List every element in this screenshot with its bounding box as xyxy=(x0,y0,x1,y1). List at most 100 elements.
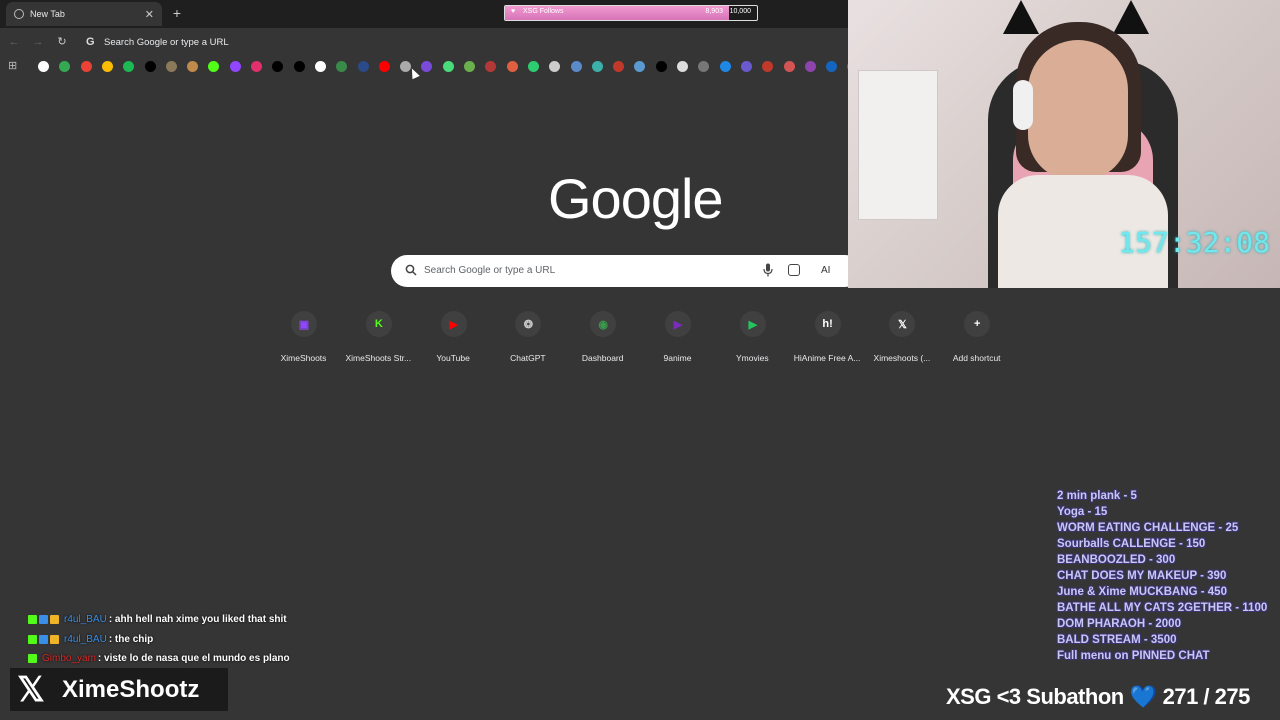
bookmark-pill-icon[interactable] xyxy=(783,61,795,72)
close-icon[interactable]: ✕ xyxy=(145,8,154,21)
reload-button[interactable]: ↻ xyxy=(54,34,70,50)
bookmark-paypal-icon[interactable] xyxy=(826,61,838,72)
bookmark-animal-icon[interactable] xyxy=(165,61,177,72)
bookmark-x-icon[interactable] xyxy=(272,61,284,72)
bookmark-twitch-icon[interactable] xyxy=(229,61,241,72)
bookmark-spotify-icon[interactable] xyxy=(123,61,135,72)
bookmark-red-icon[interactable] xyxy=(485,61,497,72)
follow-goal-current: 8,903 xyxy=(705,8,723,15)
plus-icon: + xyxy=(964,311,991,337)
bookmark-maps-icon[interactable] xyxy=(59,61,71,72)
bookmark-red2-icon[interactable] xyxy=(506,61,518,72)
google-icon: G xyxy=(86,36,95,48)
bookmark-dog-icon[interactable] xyxy=(187,61,199,72)
shortcut-label: YouTube xyxy=(436,353,470,363)
menu-item: CHAT DOES MY MAKEUP - 390 xyxy=(1057,570,1227,582)
bookmark-drive-icon[interactable] xyxy=(101,61,113,72)
bookmark-gmail-icon[interactable] xyxy=(80,61,92,72)
shortcut-tile[interactable]: ❂ ChatGPT xyxy=(490,311,565,371)
ai-mode-button[interactable]: AI xyxy=(821,265,830,276)
bookmark-hianime-icon[interactable] xyxy=(357,61,369,72)
bookmark-box-icon[interactable] xyxy=(634,61,646,72)
bookmark-arrow-icon[interactable] xyxy=(570,61,582,72)
bookmark-calc-icon[interactable] xyxy=(698,61,710,72)
chat-text: : ahh hell nah xime you liked that shit xyxy=(108,614,287,626)
bookmark-capcut-icon[interactable] xyxy=(655,61,667,72)
bookmark-heart-icon[interactable] xyxy=(762,61,774,72)
bookmark-x-icon[interactable] xyxy=(144,61,156,72)
bookmark-youtube-icon[interactable] xyxy=(378,61,390,72)
search-input[interactable]: Search Google or type a URL AI xyxy=(391,255,861,287)
menu-item: WORM EATING CHALLENGE - 25 xyxy=(1057,522,1239,534)
bookmark-globe-icon[interactable] xyxy=(549,61,561,72)
search-icon xyxy=(405,264,417,276)
sub-badge-icon xyxy=(39,634,48,644)
x-icon: 𝕏 xyxy=(889,311,916,337)
address-bar[interactable]: G Search Google or type a URL xyxy=(80,31,848,53)
shortcut-tile[interactable]: h! HiAnime Free A... xyxy=(790,311,865,371)
bookmark-edge-icon[interactable] xyxy=(719,61,731,72)
hianime-icon: h! xyxy=(814,311,841,337)
bookmark-google-icon[interactable] xyxy=(38,61,49,72)
heart-icon: ♥ xyxy=(511,8,516,15)
menu-item: BATHE ALL MY CATS 2GETHER - 1100 xyxy=(1057,602,1268,614)
gift-badge-icon xyxy=(50,634,59,644)
subathon-timer: 157:32:08 xyxy=(1118,226,1270,259)
bookmark-play2-icon[interactable] xyxy=(591,61,603,72)
shortcut-label: Ymovies xyxy=(736,353,769,363)
bookmark-plant-icon[interactable] xyxy=(464,61,475,72)
tab-new-tab[interactable]: New Tab ✕ xyxy=(6,2,162,26)
9anime-icon: ▶ xyxy=(665,311,691,337)
subathon-counter: XSG <3 Subathon 💙 271 / 275 xyxy=(946,684,1250,710)
heart-icon: 💙 xyxy=(1129,684,1157,709)
shortcut-label: Dashboard xyxy=(581,353,624,363)
apps-grid-icon[interactable]: ⊞ xyxy=(8,61,19,72)
bookmark-game-icon[interactable] xyxy=(804,61,816,72)
new-tab-button[interactable]: + xyxy=(170,4,184,22)
follow-goal-target: 10,000 xyxy=(729,8,751,15)
chat-overlay: r4ul_BAU: ahh hell nah xime you liked th… xyxy=(28,610,548,669)
menu-item: 2 min plank - 5 xyxy=(1057,490,1137,502)
chat-message: Gimbo_yam: viste lo de nasa que el mundo… xyxy=(28,649,548,669)
shortcut-tile[interactable]: ▣ XimeShoots xyxy=(266,311,341,371)
shortcut-label: Ximeshoots (... xyxy=(873,353,931,363)
bookmark-kick-icon[interactable] xyxy=(208,61,220,72)
follow-goal-bar: ♥ XSG Follows 8,903 10,000 xyxy=(504,5,758,21)
chat-message: r4ul_BAU: the chip xyxy=(28,630,548,650)
webcam-face xyxy=(1028,40,1128,180)
bookmark-dot-icon[interactable] xyxy=(740,61,752,72)
bookmark-purple-icon[interactable] xyxy=(421,61,433,72)
shortcut-tile[interactable]: ◉ Dashboard xyxy=(565,311,640,371)
bookmark-leaf-icon[interactable] xyxy=(442,61,454,72)
shortcut-label: XimeShoots xyxy=(280,353,327,363)
gift-badge-icon xyxy=(50,615,59,625)
bookmark-link-icon[interactable] xyxy=(314,61,326,72)
mic-icon[interactable] xyxy=(763,263,773,277)
brand-name: XimeShootz xyxy=(62,675,200,703)
forward-button[interactable]: → xyxy=(30,34,46,50)
shortcut-tile[interactable]: K XimeShoots Str... xyxy=(341,311,416,371)
youtube-icon: ▶ xyxy=(440,311,467,337)
bookmark-instagram-icon[interactable] xyxy=(251,61,262,72)
shortcut-tile[interactable]: ▶ 9anime xyxy=(640,311,715,371)
shortcut-tile[interactable]: ▶ YouTube xyxy=(416,311,491,371)
bookmark-tiktok-icon[interactable] xyxy=(293,61,305,72)
shortcut-label: HiAnime Free A... xyxy=(793,353,861,363)
subathon-menu: 2 min plank - 5 Yoga - 15 WORM EATING CHAL… xyxy=(1057,490,1279,666)
stream-screen: New Tab ✕ + ♥ XSG Follows 8,903 10,000 ←… xyxy=(0,0,1280,720)
chat-message: r4ul_BAU: ahh hell nah xime you liked th… xyxy=(28,610,548,630)
shortcut-tile[interactable]: 𝕏 Ximeshoots (... xyxy=(864,311,939,371)
bookmark-circle-icon[interactable] xyxy=(677,61,688,72)
lens-icon[interactable] xyxy=(788,264,800,276)
bookmark-flag-icon[interactable] xyxy=(613,61,625,72)
bookmark-dashboard-icon[interactable] xyxy=(336,61,348,72)
chatgpt-icon: ❂ xyxy=(515,311,542,337)
shortcut-tile[interactable]: + Add shortcut xyxy=(939,311,1014,371)
bookmark-play-icon[interactable] xyxy=(527,61,539,72)
back-button[interactable]: ← xyxy=(6,34,22,50)
chat-text: : viste lo de nasa que el mundo es plano xyxy=(97,653,290,665)
tab-title: New Tab xyxy=(30,9,65,19)
menu-item: BEANBOOZLED - 300 xyxy=(1057,554,1176,566)
shortcut-tile[interactable]: ▶ Ymovies xyxy=(715,311,790,371)
brand-tag: 𝕏 XimeShootz xyxy=(10,668,228,711)
